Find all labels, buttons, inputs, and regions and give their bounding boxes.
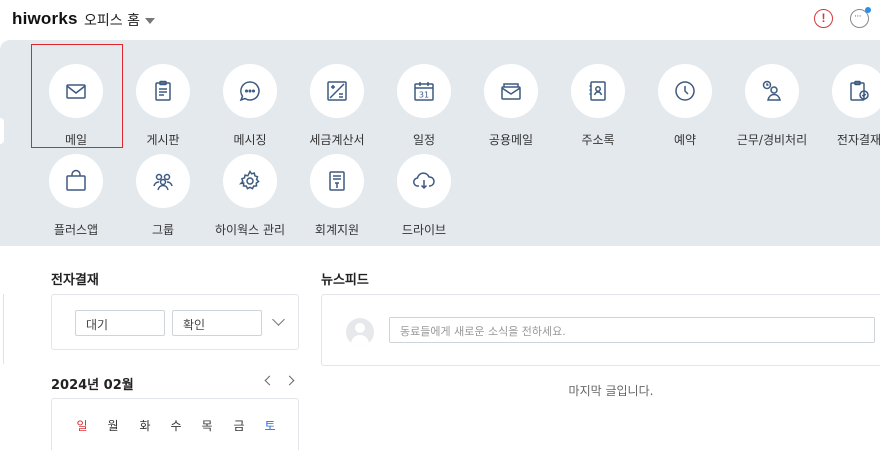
notification-dot [865,7,871,13]
app-address-book[interactable]: 주소록 [555,56,641,147]
app-shared-mail[interactable]: 공용메일 [468,56,554,147]
newsfeed-compose: 동료들에게 새로운 소식을 전하세요. [321,294,880,366]
app-plus-app[interactable]: 플러스앱 [33,146,119,237]
app-hiworks-admin[interactable]: 하이웍스 관리 [207,146,293,237]
app-drive[interactable]: 드라이브 [381,146,467,237]
user-avatar [346,318,374,346]
weekday-fri: 금 [233,419,245,433]
app-label: 플러스앱 [53,223,99,237]
work-expense-icon [762,80,781,101]
app-board[interactable]: 게시판 [120,56,206,147]
approval-widget: 대기 확인 [51,294,299,350]
app-schedule[interactable]: 31 일정 [381,56,467,147]
app-circle [136,64,190,118]
app-group[interactable]: 그룹 [120,146,206,237]
cloud-drive-icon [413,172,435,190]
approval-icon [850,80,869,101]
app-circle [832,64,880,118]
app-circle [310,64,364,118]
approval-title: 전자결재 [51,273,99,288]
app-circle [223,154,277,208]
office-home-label: 오피스 홈 [84,13,140,29]
weekday-mon: 월 [107,419,119,433]
calendar-month-title: 2024년 02월 [51,378,134,393]
app-circle [136,154,190,208]
app-label: 드라이브 [401,223,447,237]
caret-down-icon [144,17,155,24]
group-icon [153,173,173,191]
app-label: 근무/경비처리 [736,133,808,147]
approval-confirm-tab[interactable]: 확인 [172,310,262,336]
app-circle [49,154,103,208]
alert-icon[interactable]: ! [814,9,833,28]
app-reservation[interactable]: 예약 [642,56,728,147]
avatar-head [355,323,365,333]
more-menu-icon[interactable]: ··· [850,7,871,28]
message-icon [239,81,260,102]
app-circle: 31 [397,64,451,118]
app-tax-invoice[interactable]: 세금계산서 [294,56,380,147]
panel-edge-handle[interactable] [0,118,4,144]
app-accounting[interactable]: 회계지원 [294,146,380,237]
newsfeed-post-input[interactable]: 동료들에게 새로운 소식을 전하세요. [389,317,875,343]
calendar-icon: 31 [414,82,434,101]
app-label: 하이웍스 관리 [214,223,286,237]
clock-icon [675,81,695,101]
app-circle [223,64,277,118]
mail-selection-highlight [31,44,123,148]
approval-wait-tab[interactable]: 대기 [75,310,165,336]
app-e-approval[interactable]: 전자결재 [816,56,880,147]
app-label: 예약 [673,133,697,147]
app-label: 전자결재 [836,133,880,147]
top-bar: hiworks 오피스 홈 ! ··· [0,0,880,40]
plus-app-icon [66,169,86,191]
chevron-right-icon[interactable] [284,374,296,388]
app-label: 공용메일 [488,133,534,147]
app-label: 주소록 [581,133,615,147]
app-circle [745,64,799,118]
weekday-sat: 토 [264,419,276,433]
tax-invoice-icon [327,81,347,101]
app-work-expense[interactable]: 근무/경비처리 [729,56,815,147]
accounting-icon [329,171,345,191]
avatar-body [351,335,369,346]
weekday-wed: 수 [170,419,182,433]
app-label: 그룹 [151,223,175,237]
app-circle [484,64,538,118]
app-circle [658,64,712,118]
chevron-down-icon[interactable] [272,313,285,326]
address-book-icon [589,81,606,101]
ellipsis-glyph: ··· [854,12,862,22]
brand-logo[interactable]: hiworks [12,9,78,29]
calendar-day: 31 [419,91,429,100]
app-circle [571,64,625,118]
last-post-message: 마지막 글입니다. [568,384,654,398]
settings-gear-icon [238,170,260,190]
weekday-thu: 목 [201,419,213,433]
app-label: 회계지원 [314,223,360,237]
left-edge-strip [0,294,4,364]
app-launcher-panel: 메일 게시판 메시징 세금계산서 31 일정 공용메일 주소록 예약 근무/경비… [0,40,880,246]
app-circle [310,154,364,208]
shared-mail-icon [501,83,521,100]
office-home-dropdown[interactable]: 오피스 홈 [84,10,155,30]
chevron-left-icon[interactable] [262,374,274,388]
calendar-widget: 일 월 화 수 목 금 토 [51,398,299,450]
newsfeed-title: 뉴스피드 [321,273,369,288]
weekday-tue: 화 [139,419,151,433]
app-messaging[interactable]: 메시징 [207,56,293,147]
weekday-sun: 일 [76,419,88,433]
app-circle [397,154,451,208]
board-icon [155,80,171,101]
